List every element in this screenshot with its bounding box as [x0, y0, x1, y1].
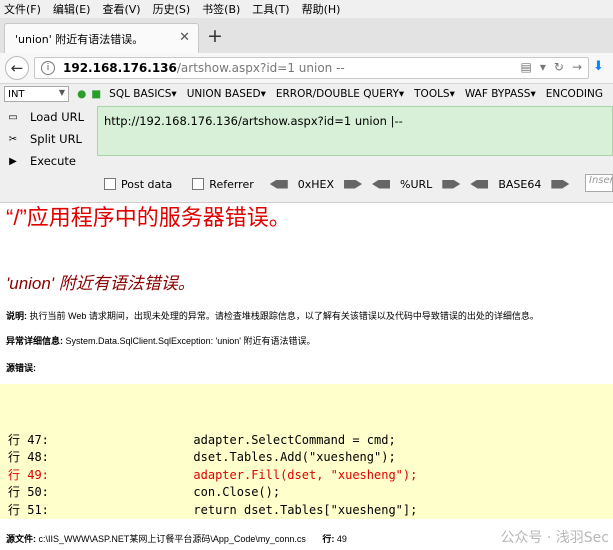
- description-line: 说明: 执行当前 Web 请求期间，出现未处理的异常。请检查堆栈跟踪信息，以了解…: [6, 309, 539, 322]
- tab-title: 'union' 附近有语法错误。: [15, 32, 144, 46]
- decode-arrow-icon: [442, 179, 461, 189]
- watermark: 公众号 · 浅羽Sec: [500, 530, 609, 546]
- description-label: 说明:: [6, 311, 27, 321]
- back-arrow-icon[interactable]: ←: [5, 56, 29, 80]
- line-number-value: 49: [334, 534, 347, 544]
- menu-waf-bypass[interactable]: WAF BYPASS▾: [465, 88, 536, 100]
- exception-label: 异常详细信息:: [6, 336, 63, 346]
- insert-input[interactable]: Inser: [585, 174, 613, 192]
- source-code: 行 47: adapter.SelectCommand = cmd; 行 48: …: [8, 414, 417, 519]
- chevron-down-icon: ▼: [58, 88, 66, 97]
- split-url-label: Split URL: [30, 132, 82, 146]
- pocket-icon[interactable]: ⬇: [593, 59, 613, 77]
- url-host: 192.168.176.136: [63, 61, 177, 75]
- error-page: “/”应用程序中的服务器错误。 'union' 附近有语法错误。 说明: 执行当…: [0, 203, 613, 544]
- execute-label: Execute: [30, 154, 76, 168]
- add-icon[interactable]: ●: [77, 88, 86, 100]
- menu-edit[interactable]: 编辑(E): [53, 1, 91, 17]
- code-line: 行 48: dset.Tables.Add("xuesheng");: [8, 450, 396, 464]
- source-error-line: 源错误:: [6, 361, 36, 374]
- encode-arrow-icon: [470, 179, 489, 189]
- decode-arrow-icon: [344, 179, 363, 189]
- referrer-checkbox[interactable]: [192, 178, 205, 190]
- hackbar-toolbar: INT ▼ ● ■ SQL BASICS▾ UNION BASED▾ ERROR…: [0, 84, 613, 104]
- code-line: 行 47: adapter.SelectCommand = cmd;: [8, 432, 396, 447]
- source-file-label: 源文件:: [6, 534, 36, 544]
- nav-bar: ← i 192.168.176.136/artshow.aspx?id=1 un…: [0, 53, 613, 84]
- close-icon[interactable]: ✕: [179, 30, 190, 45]
- menu-encoding[interactable]: ENCODING: [546, 88, 603, 100]
- exception-text: System.Data.SqlClient.SqlException: 'uni…: [63, 336, 316, 346]
- description-text: 执行当前 Web 请求期间，出现未处理的异常。请检查堆栈跟踪信息，以了解有关该错…: [27, 311, 539, 321]
- hackbar-type-select[interactable]: INT ▼: [4, 86, 70, 102]
- post-data-label: Post data: [121, 177, 173, 191]
- hackbar-panel: INT ▼ ● ■ SQL BASICS▾ UNION BASED▾ ERROR…: [0, 84, 613, 203]
- hex-label: 0xHEX: [297, 177, 335, 191]
- line-number-label: 行:: [322, 534, 335, 544]
- tab-strip: 'union' 附近有语法错误。 ✕ +: [0, 18, 613, 53]
- source-file-line: 源文件: c:\IIS_WWW\ASP.NET某网上订餐平台源码\App_Cod…: [6, 532, 347, 545]
- source-code-box: 行 47: adapter.SelectCommand = cmd; 行 48: …: [0, 384, 613, 519]
- reload-icon[interactable]: ↻: [554, 60, 564, 74]
- history-arrow-icon[interactable]: →: [572, 60, 582, 74]
- hackbar-options: Post data Referrer 0xHEX %URL BASE64 Ins…: [0, 174, 613, 194]
- menu-union-based[interactable]: UNION BASED▾: [187, 88, 266, 100]
- load-url-label: Load URL: [30, 110, 85, 124]
- hackbar-type-value: INT: [8, 88, 25, 100]
- menu-error-double-query[interactable]: ERROR/DOUBLE QUERY▾: [276, 88, 404, 100]
- menu-history[interactable]: 历史(S): [153, 1, 191, 17]
- exception-line: 异常详细信息: System.Data.SqlClient.SqlExcepti…: [6, 334, 316, 347]
- hex-encoder[interactable]: 0xHEX: [269, 177, 363, 191]
- menu-file[interactable]: 文件(F): [4, 1, 41, 17]
- menu-bar: 文件(F) 编辑(E) 查看(V) 历史(S) 书签(B) 工具(T) 帮助(H…: [0, 0, 613, 18]
- tab-active[interactable]: 'union' 附近有语法错误。 ✕: [4, 23, 199, 53]
- url-path: /artshow.aspx?id=1 union --: [176, 61, 345, 75]
- url-encode-label: %URL: [400, 177, 433, 191]
- code-line: 行 51: return dset.Tables["xuesheng"];: [8, 502, 418, 517]
- url-encoder[interactable]: %URL: [372, 177, 461, 191]
- info-icon[interactable]: i: [41, 61, 55, 75]
- dropdown-icon[interactable]: ▾: [540, 60, 546, 74]
- remove-icon[interactable]: ■: [91, 88, 101, 100]
- url-text[interactable]: 192.168.176.136/artshow.aspx?id=1 union …: [63, 61, 345, 75]
- referrer-label: Referrer: [209, 177, 254, 191]
- error-message: 'union' 附近有语法错误。: [6, 274, 195, 293]
- load-url-button[interactable]: ▭ Load URL: [6, 106, 96, 128]
- source-error-label: 源错误:: [6, 363, 36, 373]
- encode-arrow-icon: [372, 179, 391, 189]
- hackbar-url-textarea[interactable]: http://192.168.176.136/artshow.aspx?id=1…: [97, 106, 613, 156]
- menu-sql-basics[interactable]: SQL BASICS▾: [109, 88, 177, 100]
- menu-help[interactable]: 帮助(H): [302, 1, 341, 17]
- menu-view[interactable]: 查看(V): [102, 1, 140, 17]
- new-tab-icon[interactable]: +: [207, 25, 223, 47]
- base64-label: BASE64: [498, 177, 542, 191]
- reader-view-icon[interactable]: ▤: [521, 60, 532, 74]
- execute-button[interactable]: ▶ Execute: [6, 150, 96, 172]
- execute-icon: ▶: [9, 155, 17, 167]
- code-line: 行 50: con.Close();: [8, 485, 281, 499]
- split-url-button[interactable]: ✂ Split URL: [6, 128, 96, 150]
- post-data-checkbox[interactable]: [104, 178, 116, 190]
- encode-arrow-icon: [269, 179, 288, 189]
- page-title: “/”应用程序中的服务器错误。: [6, 205, 291, 230]
- load-url-icon: ▭: [8, 111, 18, 123]
- menu-bookmarks[interactable]: 书签(B): [202, 1, 240, 17]
- split-url-icon: ✂: [8, 133, 18, 145]
- base64-encoder[interactable]: BASE64: [470, 177, 570, 191]
- menu-tools-hackbar[interactable]: TOOLS▾: [414, 88, 455, 100]
- decode-arrow-icon: [551, 179, 570, 189]
- code-line-error: 行 49: adapter.Fill(dset, "xuesheng");: [8, 467, 418, 482]
- menu-tools[interactable]: 工具(T): [252, 1, 289, 17]
- url-bar[interactable]: i 192.168.176.136/artshow.aspx?id=1 unio…: [34, 57, 589, 79]
- source-file-path: c:\IIS_WWW\ASP.NET某网上订餐平台源码\App_Code\my_…: [36, 534, 306, 544]
